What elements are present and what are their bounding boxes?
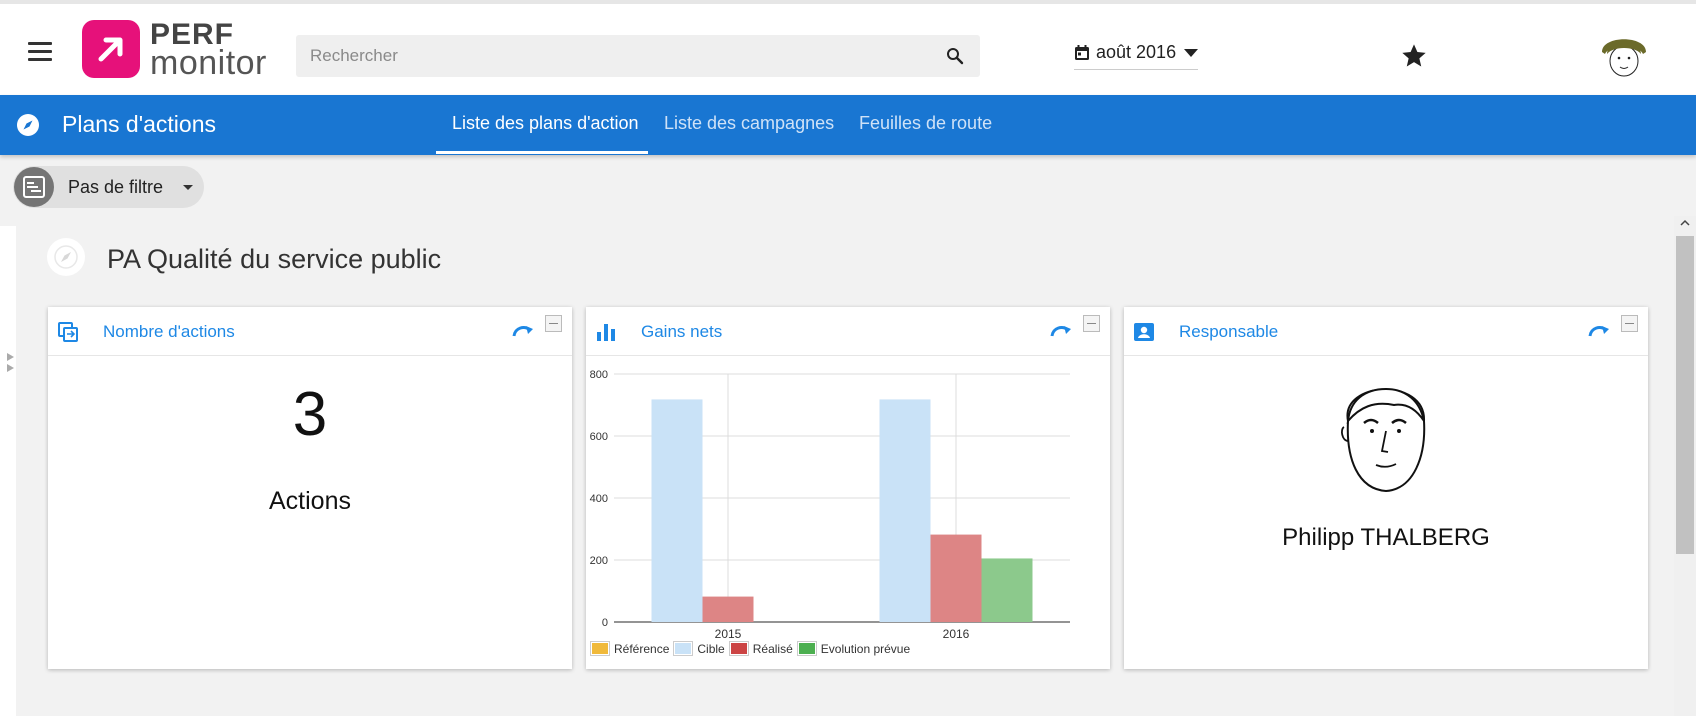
card-title: Nombre d'actions: [103, 322, 235, 341]
caret-down-icon: [183, 184, 194, 190]
minimize-button[interactable]: [1083, 315, 1100, 332]
logo-arrow-icon: [82, 20, 140, 78]
refresh-icon[interactable]: [1588, 323, 1610, 339]
y-tick-label: 600: [590, 431, 608, 443]
contact-card-icon: [1134, 323, 1154, 341]
owner-card: Responsable Philipp THALBERG: [1124, 307, 1648, 669]
legend-label: Référence: [614, 641, 670, 656]
y-tick-label: 400: [590, 493, 608, 505]
card-title: Responsable: [1179, 322, 1279, 341]
net-gains-chart: 0 200 400 600 800 2015 2016: [590, 369, 1070, 640]
refresh-icon[interactable]: [512, 323, 534, 339]
legend-item[interactable]: Evolution prévue: [796, 641, 911, 656]
scrollbar-thumb[interactable]: [1676, 236, 1694, 554]
logo-text: PERF monitor: [150, 20, 267, 82]
logo-line2: monitor: [150, 44, 267, 82]
card-header: Nombre d'actions: [48, 307, 572, 356]
owner-name: Philipp THALBERG: [1282, 524, 1490, 551]
bar-evolution-pr-vue-2016: [981, 558, 1033, 622]
filter-label: Pas de filtre: [68, 176, 164, 197]
filter-icon: [14, 167, 54, 207]
section-compass-icon: [47, 238, 85, 276]
copy-icon: [58, 322, 78, 342]
actions-count-card: Nombre d'actions 3 Actions: [48, 307, 572, 669]
legend-swatch: [590, 641, 610, 656]
expand-panel-icon[interactable]: [6, 352, 16, 374]
card-title: Gains nets: [641, 322, 723, 341]
caret-down-icon: [1184, 48, 1199, 57]
tab-campaigns-list[interactable]: Liste des campagnes: [664, 113, 834, 134]
chart-legend: Référence Cible Réalisé Evolution prévue: [590, 641, 914, 656]
net-gains-card: Gains nets 0 200 400 600 800 2015 2016 Référen…: [586, 307, 1110, 669]
scroll-up-icon[interactable]: [1680, 218, 1690, 228]
filter-dropdown[interactable]: Pas de filtre: [13, 166, 204, 208]
legend-item[interactable]: Réalisé: [728, 641, 793, 656]
module-navbar: Plans d'actions Liste des plans d'action…: [0, 95, 1696, 155]
app-logo[interactable]: PERF monitor: [82, 20, 267, 82]
period-value: août 2016: [1096, 42, 1177, 62]
module-title: Plans d'actions: [62, 111, 216, 137]
legend-swatch: [796, 641, 817, 656]
search-box: [296, 35, 980, 77]
action-plan-title: PA Qualité du service public: [107, 244, 442, 274]
bar-cible-2016: [879, 399, 931, 622]
x-tick-label: 2016: [943, 627, 970, 640]
y-tick-label: 200: [590, 555, 608, 567]
vertical-scrollbar[interactable]: [1674, 216, 1696, 716]
top-header: PERF monitor août 2016: [0, 0, 1696, 95]
minimize-button[interactable]: [1621, 315, 1638, 332]
card-header: Responsable: [1124, 307, 1648, 356]
menu-icon[interactable]: [28, 42, 52, 62]
minimize-button[interactable]: [545, 315, 562, 332]
bar-r-alis--2015: [702, 596, 754, 622]
user-avatar[interactable]: [1599, 30, 1649, 80]
tab-action-plans-list[interactable]: Liste des plans d'action: [452, 113, 639, 134]
compass-icon: [17, 114, 39, 136]
bar-cible-2015: [651, 399, 703, 622]
legend-swatch: [728, 641, 749, 656]
legend-swatch: [673, 641, 694, 656]
card-header: Gains nets: [586, 307, 1110, 356]
search-icon[interactable]: [946, 47, 964, 65]
legend-label: Evolution prévue: [820, 641, 911, 656]
y-tick-label: 0: [602, 617, 608, 629]
active-tab-indicator: [436, 151, 648, 154]
favorite-star-icon[interactable]: [1400, 42, 1428, 70]
calendar-icon: [1075, 45, 1089, 60]
period-selector[interactable]: août 2016: [1074, 40, 1199, 70]
actions-label: Actions: [269, 487, 351, 515]
x-tick-label: 2015: [715, 627, 742, 640]
legend-label: Réalisé: [752, 641, 793, 656]
actions-count: 3: [292, 380, 328, 449]
bar-chart-icon: [597, 324, 615, 341]
search-input[interactable]: [296, 35, 896, 77]
bar-r-alis--2016: [930, 534, 982, 622]
collapsed-side-panel[interactable]: [0, 226, 16, 716]
tab-roadmaps[interactable]: Feuilles de route: [859, 113, 992, 134]
legend-item[interactable]: Cible: [673, 641, 725, 656]
y-tick-label: 800: [590, 369, 608, 381]
refresh-icon[interactable]: [1050, 323, 1072, 339]
legend-label: Cible: [697, 641, 725, 656]
legend-item[interactable]: Référence: [590, 641, 669, 656]
owner-avatar: [1341, 387, 1426, 493]
